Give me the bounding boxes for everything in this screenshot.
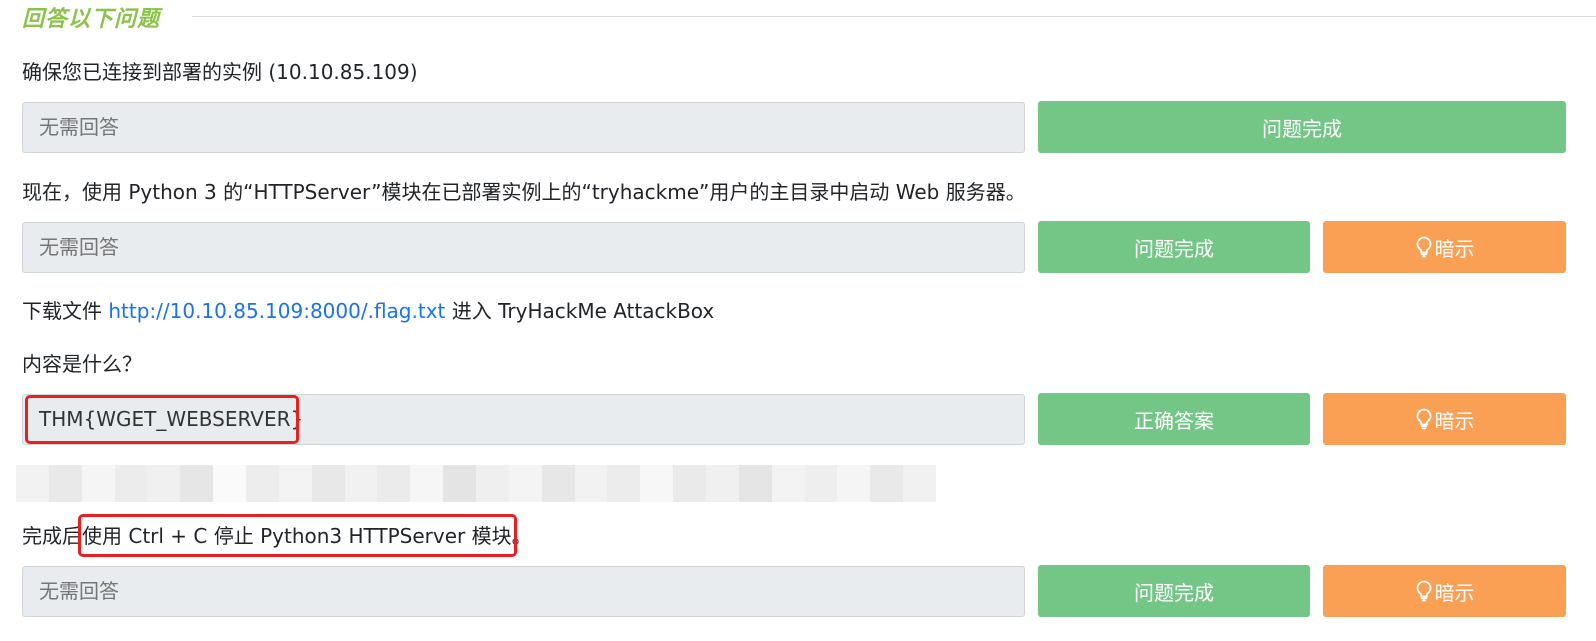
question-4-hint-button[interactable]: 暗示 <box>1323 565 1566 617</box>
hint-label: 暗示 <box>1434 580 1475 605</box>
section-title: 回答以下问题 <box>22 7 161 32</box>
question-4-answer-field[interactable]: 无需回答 <box>22 566 1025 617</box>
question-3-hint-button[interactable]: 暗示 <box>1323 393 1566 445</box>
obscured-content <box>16 465 937 502</box>
lightbulb-icon <box>1416 408 1431 430</box>
hint-label: 暗示 <box>1434 408 1475 433</box>
section-divider <box>192 16 1596 17</box>
question-4-text-prefix: 完成后 <box>22 524 82 548</box>
question-3-answer-field[interactable]: THM{WGET_WEBSERVER} <box>22 394 1025 445</box>
question-3-text: 下载文件 http://10.10.85.109:8000/.flag.txt … <box>22 299 714 323</box>
question-4-text-boxed: 使用 Ctrl + C 停止 Python3 HTTPServer 模块。 <box>82 524 532 548</box>
flag-file-link[interactable]: http://10.10.85.109:8000/.flag.txt <box>108 299 445 323</box>
task-questions-panel: 回答以下问题 确保您已连接到部署的实例 (10.10.85.109) 无需回答 … <box>0 0 1596 641</box>
question-1-submit-button[interactable]: 问题完成 <box>1038 101 1566 153</box>
question-1-text: 确保您已连接到部署的实例 (10.10.85.109) <box>22 60 418 84</box>
lightbulb-icon <box>1416 580 1431 602</box>
question-3-text-prefix: 下载文件 <box>22 299 109 323</box>
question-2-text: 现在，使用 Python 3 的“HTTPServer”模块在已部署实例上的“t… <box>22 180 1026 204</box>
question-1-answer-field[interactable]: 无需回答 <box>22 102 1025 153</box>
question-3-correct-answer-button[interactable]: 正确答案 <box>1038 393 1310 445</box>
section-header: 回答以下问题 <box>22 0 1596 34</box>
question-2-answer-field[interactable]: 无需回答 <box>22 222 1025 273</box>
question-2-submit-button[interactable]: 问题完成 <box>1038 221 1310 273</box>
question-4-submit-button[interactable]: 问题完成 <box>1038 565 1310 617</box>
question-3-text-line2: 内容是什么？ <box>22 352 142 376</box>
question-4-text: 完成后使用 Ctrl + C 停止 Python3 HTTPServer 模块。 <box>22 524 532 548</box>
hint-label: 暗示 <box>1434 236 1475 261</box>
question-2-hint-button[interactable]: 暗示 <box>1323 221 1566 273</box>
lightbulb-icon <box>1416 236 1431 258</box>
question-3-text-suffix: 进入 TryHackMe AttackBox <box>445 299 715 323</box>
